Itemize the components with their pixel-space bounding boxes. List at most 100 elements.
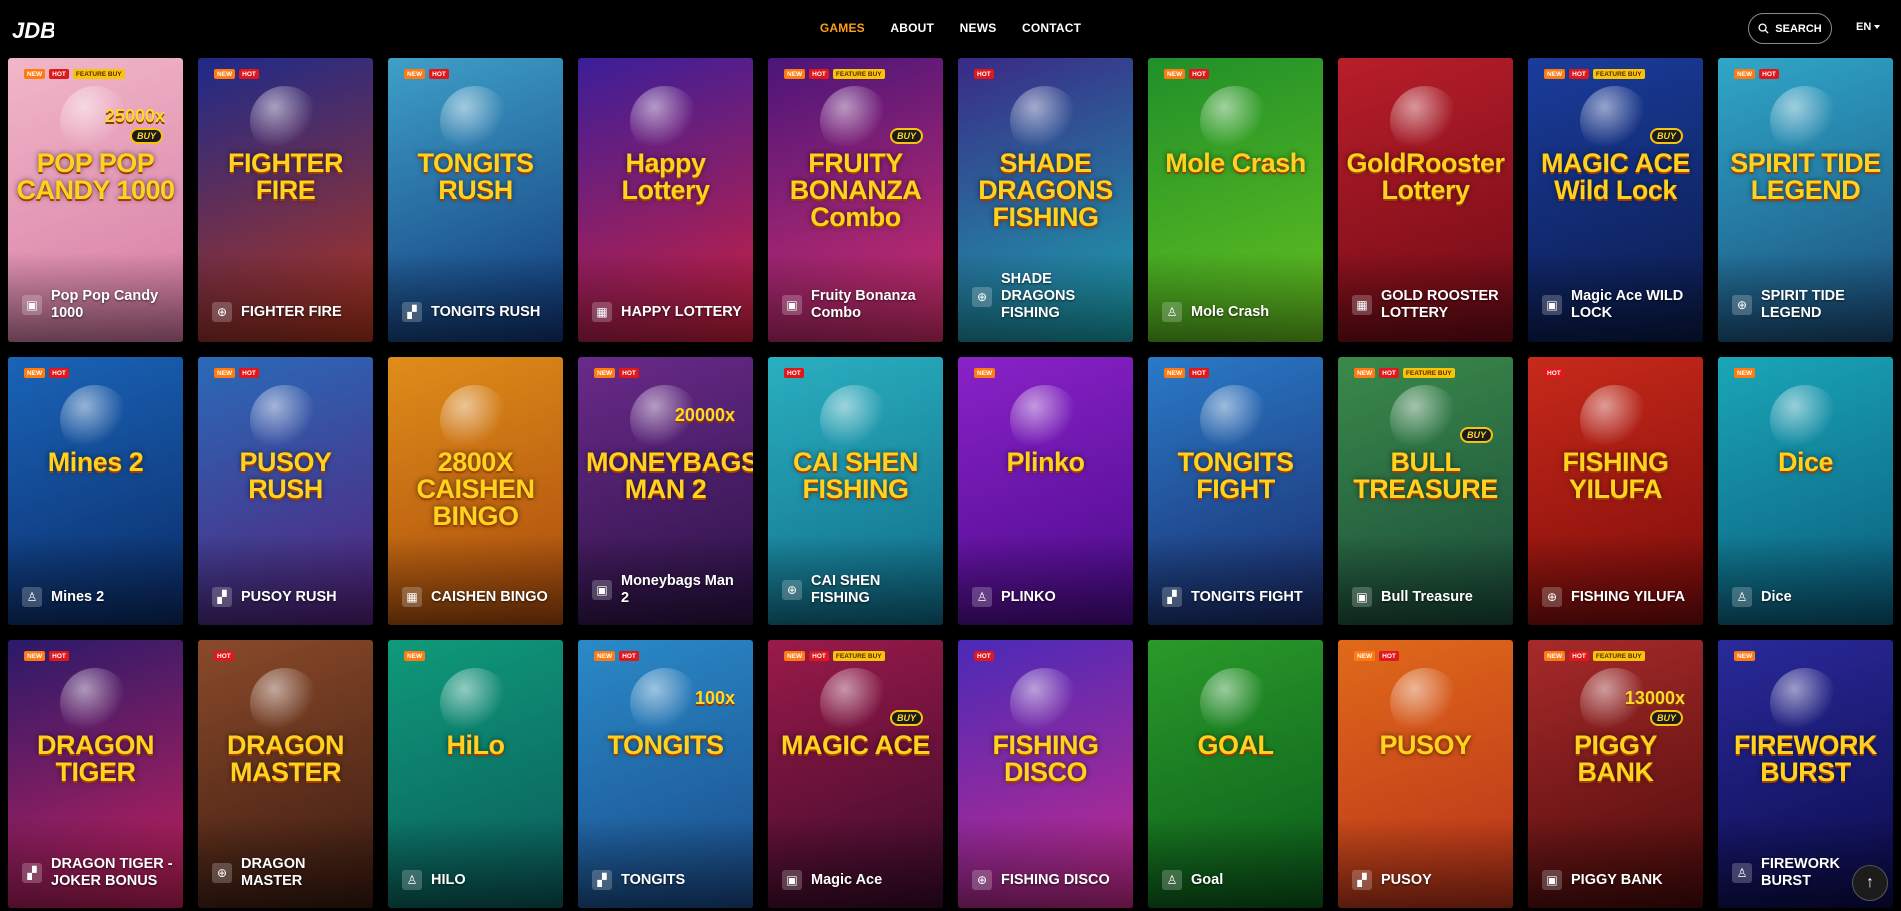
game-logo-text: BULL TREASURE	[1353, 447, 1498, 504]
game-title: FISHING DISCO	[1001, 871, 1110, 888]
game-logo-text: POP POP CANDY 1000	[16, 148, 175, 205]
card-shade	[198, 535, 373, 625]
fishing-category-icon: ⊕	[212, 302, 232, 322]
card-shade	[8, 535, 183, 625]
game-card[interactable]: HOT DRAGON MASTER ⊕ DRAGON MASTER	[198, 640, 373, 908]
slot-category-icon: ▣	[782, 295, 802, 315]
game-card[interactable]: GoldRooster Lottery ▦ GOLD ROOSTER LOTTE…	[1338, 58, 1513, 342]
buy-badge: BUY	[1649, 128, 1683, 144]
game-card[interactable]: NEW HOT FEATURE BUY FRUITY BONANZA Combo BUY…	[768, 58, 943, 342]
nav-about[interactable]: ABOUT	[890, 21, 934, 35]
game-title: CAI SHEN FISHING	[811, 573, 881, 606]
game-card[interactable]: NEW HOT TONGITS RUSH ▞ TONGITS RUSH	[388, 58, 563, 342]
game-card[interactable]: NEW HOT FEATURE BUY MAGIC ACE Wild Lock BUY …	[1528, 58, 1703, 342]
badge-group: NEW	[404, 651, 426, 661]
game-emblem	[1580, 385, 1650, 455]
badge-new: NEW	[24, 69, 46, 79]
game-card[interactable]: NEW HOT FEATURE BUY MAGIC ACE BUY ▣ Magic Ac…	[768, 640, 943, 908]
badge-group: NEW HOT	[404, 69, 449, 79]
badge-new: NEW	[784, 69, 806, 79]
card-category-icon: ▞	[1162, 587, 1182, 607]
game-emblem	[630, 668, 700, 738]
game-card[interactable]: NEW HOT FEATURE BUY BULL TREASURE BUY ▣ Bull…	[1338, 357, 1513, 625]
game-title: Bull Treasure	[1381, 588, 1473, 605]
game-card[interactable]: NEW HiLo ♙ HILO	[388, 640, 563, 908]
badge-hot: HOT	[1189, 69, 1209, 79]
game-card[interactable]: Happy Lottery ▦ HAPPY LOTTERY	[578, 58, 753, 342]
game-emblem	[440, 86, 510, 156]
game-title: TONGITS	[621, 871, 686, 888]
badge-new: NEW	[1544, 69, 1566, 79]
slot-category-icon: ▣	[1542, 295, 1562, 315]
game-logo-text: PUSOY	[1379, 730, 1472, 760]
badge-new: NEW	[214, 368, 236, 378]
badge-hot: HOT	[1759, 69, 1779, 79]
game-footer: ⊕ FIGHTER FIRE	[212, 302, 365, 322]
game-title: HAPPY LOTTERY	[621, 303, 742, 320]
badge-new: NEW	[594, 368, 616, 378]
game-emblem	[1200, 668, 1270, 738]
game-card[interactable]: NEW HOT SPIRIT TIDE LEGEND ⊕ SPIRIT TIDE L…	[1718, 58, 1893, 342]
game-title: TONGITS FIGHT	[1191, 588, 1303, 605]
game-card[interactable]: NEW HOT FIGHTER FIRE ⊕ FIGHTER FIRE	[198, 58, 373, 342]
game-grid: NEW HOT FEATURE BUY POP POP CANDY 1000 25000…	[8, 0, 1901, 908]
game-logo-text: SPIRIT TIDE LEGEND	[1730, 148, 1881, 205]
game-title: GOLD ROOSTER LOTTERY	[1381, 288, 1499, 321]
game-card[interactable]: HOT FISHING DISCO ⊕ FISHING DISCO	[958, 640, 1133, 908]
multiplier-label: 13000x	[1624, 688, 1685, 708]
badge-fb: FEATURE BUY	[832, 69, 885, 79]
badge-group: NEW HOT FEATURE BUY	[1544, 69, 1645, 79]
game-card[interactable]: NEW HOT MONEYBAGS MAN 2 20000x ▣ Moneybags …	[578, 357, 753, 625]
game-emblem	[1390, 668, 1460, 738]
game-card[interactable]: NEW Dice ♙ Dice	[1718, 357, 1893, 625]
game-card[interactable]: 2800X CAISHEN BINGO ▦ CAISHEN BINGO	[388, 357, 563, 625]
game-card[interactable]: NEW Plinko ♙ PLINKO	[958, 357, 1133, 625]
badge-group: NEW HOT	[24, 651, 69, 661]
nav-games[interactable]: GAMES	[820, 21, 865, 35]
game-logo-text: Plinko	[1006, 447, 1085, 477]
game-card[interactable]: NEW HOT PUSOY RUSH ▞ PUSOY RUSH	[198, 357, 373, 625]
badge-group: HOT	[1544, 368, 1564, 378]
badge-new: NEW	[1734, 69, 1756, 79]
game-card[interactable]: NEW HOT PUSOY ▞ PUSOY	[1338, 640, 1513, 908]
card-shade	[1148, 252, 1323, 342]
game-card[interactable]: HOT CAI SHEN FISHING ⊕ CAI SHEN FISHING	[768, 357, 943, 625]
game-logo-text: GoldRooster Lottery	[1346, 148, 1505, 205]
card-category-icon: ▞	[212, 587, 232, 607]
game-title: Goal	[1191, 871, 1224, 888]
badge-group: NEW HOT	[1164, 69, 1209, 79]
badge-hot: HOT	[784, 368, 804, 378]
game-card[interactable]: GOAL ♙ Goal	[1148, 640, 1323, 908]
game-emblem	[60, 668, 130, 738]
card-shade	[578, 252, 753, 342]
game-card[interactable]: NEW HOT TONGITS 100x ▞ TONGITS	[578, 640, 753, 908]
nav-contact[interactable]: CONTACT	[1022, 21, 1081, 35]
game-card[interactable]: NEW HOT DRAGON TIGER ▞ DRAGON TIGER - JOKE…	[8, 640, 183, 908]
game-logo-text: MONEYBAGS MAN 2	[586, 447, 753, 504]
scroll-to-top-button[interactable]: ↑	[1852, 865, 1888, 901]
badge-new: NEW	[1164, 368, 1186, 378]
game-card[interactable]: HOT FISHING YILUFA ⊕ FISHING YILUFA	[1528, 357, 1703, 625]
multiplier-label: 25000x	[104, 106, 165, 126]
language-selector[interactable]: EN	[1856, 21, 1881, 33]
card-shade	[1148, 535, 1323, 625]
lottery-category-icon: ▦	[402, 587, 422, 607]
game-card[interactable]: NEW HOT FEATURE BUY PIGGY BANK 13000x BUY ▣ P…	[1528, 640, 1703, 908]
game-title: PLINKO	[1001, 588, 1056, 605]
game-card[interactable]: HOT SHADE DRAGONS FISHING ⊕ SHADE DRAGONS…	[958, 58, 1133, 342]
slot-category-icon: ▣	[782, 870, 802, 890]
fishing-category-icon: ⊕	[972, 286, 992, 307]
game-card[interactable]: NEW HOT TONGITS FIGHT ▞ TONGITS FIGHT	[1148, 357, 1323, 625]
slot-category-icon: ▣	[592, 580, 612, 600]
game-footer: ▞ DRAGON TIGER - JOKER BONUS	[22, 856, 175, 890]
game-card[interactable]: NEW HOT Mines 2 ♙ Mines 2	[8, 357, 183, 625]
game-footer: ⊕ CAI SHEN FISHING	[782, 573, 935, 607]
search-button[interactable]: SEARCH	[1748, 13, 1832, 44]
arcade-category-icon: ♙	[22, 587, 42, 607]
badge-group: NEW HOT	[1354, 651, 1399, 661]
card-shade	[958, 535, 1133, 625]
card-shade	[1528, 535, 1703, 625]
game-card[interactable]: NEW HOT FEATURE BUY POP POP CANDY 1000 25000…	[8, 58, 183, 342]
game-card[interactable]: NEW HOT Mole Crash ♙ Mole Crash	[1148, 58, 1323, 342]
nav-news[interactable]: NEWS	[960, 21, 997, 35]
